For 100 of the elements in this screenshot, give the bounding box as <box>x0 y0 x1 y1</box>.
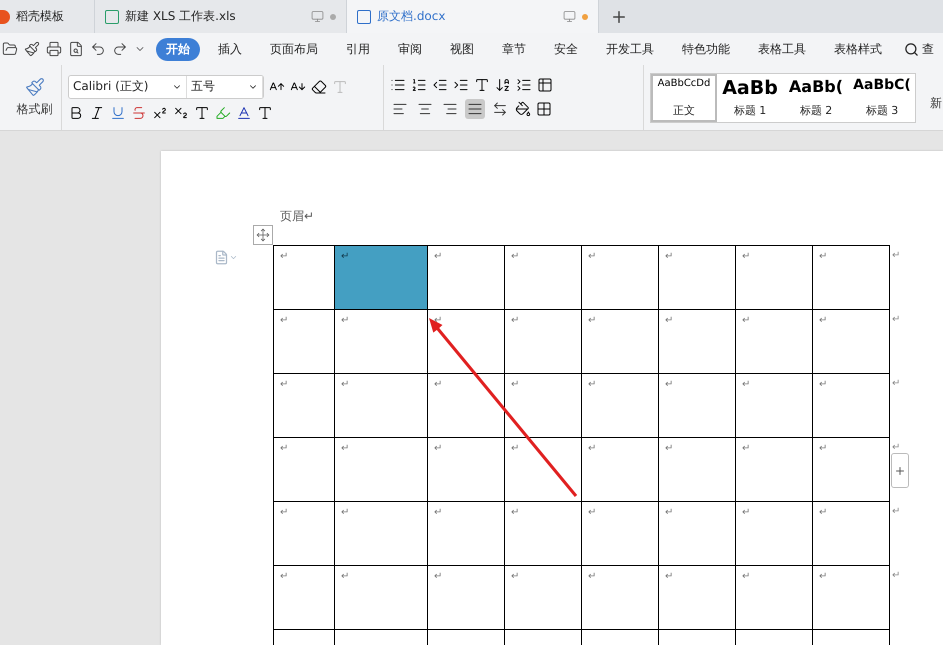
table-cell[interactable]: ↵ <box>659 310 736 374</box>
menu-tab[interactable]: 引用 <box>336 38 380 60</box>
move-icon <box>256 228 270 242</box>
table-cell[interactable]: ↵ <box>274 438 335 502</box>
row-end-mark: ↵ <box>892 378 900 389</box>
menu-tab[interactable]: 页面布局 <box>260 38 328 60</box>
format-painter-button[interactable]: 格式刷 <box>6 77 55 118</box>
table-cell[interactable]: ↵ <box>813 374 890 438</box>
table-cell[interactable]: ↵ <box>505 374 582 438</box>
brush-icon <box>24 77 44 97</box>
page-header: 页眉↵ <box>280 208 316 225</box>
menu-tab[interactable]: 开发工具 <box>596 38 664 60</box>
menu-tab[interactable]: 安全 <box>544 38 588 60</box>
monitor-icon <box>563 10 576 23</box>
table-cell[interactable]: ↵ <box>335 310 428 374</box>
menu-tab[interactable]: 视图 <box>440 38 484 60</box>
table-cell[interactable]: ↵ <box>659 246 736 310</box>
table-cell[interactable]: ↵ <box>505 502 582 566</box>
tab-title: 原文档.docx <box>377 8 446 25</box>
menu-tab[interactable]: 表格工具 <box>748 38 816 60</box>
print-icon <box>46 41 62 57</box>
plus-icon <box>894 464 906 476</box>
menu-tab[interactable]: 插入 <box>208 38 252 60</box>
eraser-icon <box>311 78 327 94</box>
style-option[interactable]: AaBbCcDd 正文 <box>651 74 717 122</box>
font-size-field[interactable]: 五号 <box>187 76 263 98</box>
table-cell[interactable]: ↵ <box>428 246 505 310</box>
font-select[interactable]: Calibri (正文) 五号 <box>68 74 264 98</box>
italic-icon <box>89 104 105 120</box>
table-cell[interactable]: ↵ <box>659 566 736 630</box>
menu-tab[interactable]: 特色功能 <box>672 38 740 60</box>
borders-icon <box>536 100 552 116</box>
brush-icon <box>24 41 40 57</box>
row-end-mark: ↵ <box>892 314 900 325</box>
shading-icon <box>515 100 531 116</box>
table-cell[interactable]: ↵ <box>335 438 428 502</box>
menu-tab[interactable]: 章节 <box>492 38 536 60</box>
monitor-icon <box>311 10 324 23</box>
new-style-label: 新 <box>930 95 942 112</box>
table-cell[interactable]: ↵ <box>428 374 505 438</box>
tab-title: 新建 XLS 工作表.xls <box>125 8 237 25</box>
table-cell[interactable]: ↵ <box>659 502 736 566</box>
add-column-button[interactable] <box>891 453 909 488</box>
table-cell[interactable]: ↵ <box>428 438 505 502</box>
table-cell[interactable]: ↵ <box>428 310 505 374</box>
table-cell[interactable]: ↵ <box>335 374 428 438</box>
table-cell[interactable]: ↵ <box>335 566 428 630</box>
row-end-mark: ↵ <box>892 570 900 581</box>
table-cell[interactable]: ↵ <box>813 246 890 310</box>
table-cell[interactable]: ↵ <box>736 566 813 630</box>
table-cell[interactable]: ↵ <box>505 246 582 310</box>
table-cell[interactable]: ↵ <box>428 502 505 566</box>
search-icon <box>904 42 919 56</box>
font-color-icon <box>236 104 252 120</box>
table-cell[interactable]: ↵ <box>274 374 335 438</box>
table-cell[interactable]: ↵ <box>659 374 736 438</box>
table-cell[interactable]: ↵ <box>428 566 505 630</box>
table-cell[interactable]: ↵ <box>582 246 659 310</box>
underline-icon <box>110 104 126 120</box>
align-button[interactable] <box>465 98 485 118</box>
folder-icon <box>2 41 18 57</box>
document-tab[interactable]: 新建 XLS 工作表.xls <box>95 0 347 33</box>
logo-icon <box>0 10 10 24</box>
row-end-mark: ↵ <box>892 506 900 517</box>
undo-icon <box>90 41 106 57</box>
table-cell[interactable]: ↵ <box>813 502 890 566</box>
table-cell[interactable]: ↵ <box>274 566 335 630</box>
table-cell[interactable]: ↵ <box>813 310 890 374</box>
table-cell[interactable]: ↵ <box>736 246 813 310</box>
table-cell[interactable]: ↵ <box>582 566 659 630</box>
preview-icon <box>68 41 84 57</box>
table-cell[interactable]: ↵ <box>505 310 582 374</box>
menu-tab[interactable]: 开始 <box>156 38 200 60</box>
table-cell[interactable]: ↵ <box>582 502 659 566</box>
menu-tab[interactable]: 表格样式 <box>824 38 892 60</box>
table-cell[interactable]: ↵ <box>813 438 890 502</box>
table-cell[interactable]: ↵ <box>736 374 813 438</box>
table-cell[interactable]: ↵ <box>582 310 659 374</box>
table-cell[interactable]: ↵ <box>659 438 736 502</box>
table-cell[interactable]: ↵ <box>736 502 813 566</box>
menu-tab[interactable]: 审阅 <box>388 38 432 60</box>
document-menu[interactable] <box>214 250 238 265</box>
table-cell[interactable]: ↵ <box>736 438 813 502</box>
table-cell[interactable]: ↵ <box>274 310 335 374</box>
move-handle[interactable] <box>253 225 273 245</box>
table-cell[interactable]: ↵ <box>813 566 890 630</box>
table-cell[interactable]: ↵ <box>505 438 582 502</box>
document-tab[interactable]: 原文档.docx <box>347 0 599 33</box>
table-cell[interactable]: ↵ <box>582 438 659 502</box>
document-tab[interactable]: 稻壳模板 <box>0 0 95 33</box>
tab-title: 稻壳模板 <box>16 8 65 25</box>
search-button[interactable]: 查 <box>904 40 934 58</box>
table-cell[interactable]: ↵ <box>736 310 813 374</box>
table-cell[interactable]: ↵ <box>505 566 582 630</box>
table-cell[interactable]: ↵ <box>582 374 659 438</box>
table-cell[interactable]: ↵ <box>274 246 335 310</box>
table-cell[interactable]: ↵ <box>335 246 428 310</box>
table-cell[interactable]: ↵ <box>335 502 428 566</box>
table-cell[interactable]: ↵ <box>274 502 335 566</box>
font-name-field[interactable]: Calibri (正文) <box>69 76 187 98</box>
